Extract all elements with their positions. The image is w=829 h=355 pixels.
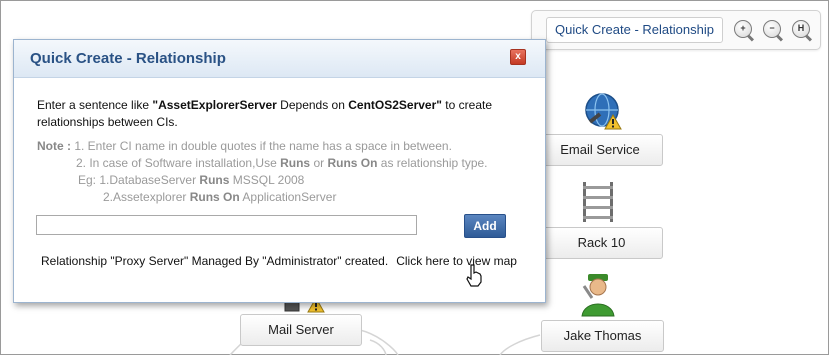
node-mail-server[interactable]: Mail Server xyxy=(240,314,362,346)
zoom-out-icon[interactable]: − xyxy=(763,20,781,38)
add-button[interactable]: Add xyxy=(464,214,506,238)
zoom-in-icon[interactable]: + xyxy=(734,20,752,38)
rack-icon xyxy=(583,182,613,222)
user-icon xyxy=(581,274,615,317)
map-toolbar: Quick Create - Relationship + − H xyxy=(531,10,821,50)
warning-icon xyxy=(604,114,622,130)
node-rack-10[interactable]: Rack 10 xyxy=(540,227,663,259)
close-icon[interactable]: x xyxy=(510,49,526,65)
link-line xyxy=(369,339,387,355)
node-email-service[interactable]: Email Service xyxy=(537,134,663,166)
link-line xyxy=(359,329,399,355)
example-ci: "AssetExplorerServer xyxy=(152,98,277,112)
hand-cursor-icon xyxy=(466,264,482,287)
quick-create-relationship-button[interactable]: Quick Create - Relationship xyxy=(546,17,723,43)
note-example-2: 2.Assetexplorer Runs On ApplicationServe… xyxy=(103,190,337,204)
node-jake-thomas[interactable]: Jake Thomas xyxy=(541,320,664,352)
relationship-sentence-input[interactable] xyxy=(36,215,417,235)
zoom-fit-icon[interactable]: H xyxy=(792,20,810,38)
note-line-1: Note : 1. Enter CI name in double quotes… xyxy=(37,139,452,153)
dialog-title: Quick Create - Relationship xyxy=(30,50,226,67)
view-map-link[interactable]: Click here to view map xyxy=(396,254,517,268)
note-example-1: Eg: 1.DatabaseServer Runs MSSQL 2008 xyxy=(78,173,305,187)
instruction-text: Enter a sentence like "AssetExplorerServ… xyxy=(37,98,492,129)
dialog-header: Quick Create - Relationship x xyxy=(14,40,545,78)
quick-create-dialog: Quick Create - Relationship x Enter a se… xyxy=(13,39,546,303)
note-line-2: 2. In case of Software installation,Use … xyxy=(76,156,488,170)
status-message: Relationship "Proxy Server" Managed By "… xyxy=(41,254,517,268)
target-ci: CentOS2Server" xyxy=(348,98,442,112)
link-line xyxy=(499,334,541,355)
